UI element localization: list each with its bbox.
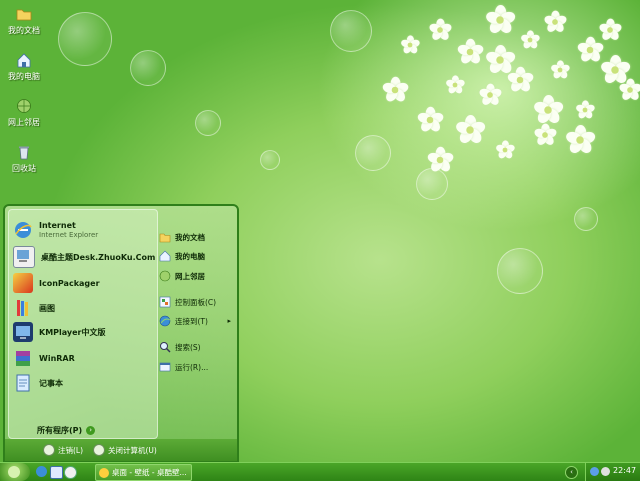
bubble-decoration — [416, 168, 448, 200]
run-icon — [159, 361, 171, 373]
taskbar-window-button[interactable]: 桌面 - 壁纸 - 桌酷壁... — [95, 464, 192, 481]
start-menu-network[interactable]: 网上邻居 — [159, 268, 205, 284]
start-menu-place-label: 网上邻居 — [175, 271, 205, 281]
desktop-icon-label: 回收站 — [12, 164, 36, 173]
network-icon — [159, 270, 171, 282]
system-tray: 22:47 — [585, 463, 640, 481]
desktop-icon-my-documents[interactable]: 我的文档 — [0, 6, 48, 36]
submenu-arrow-icon: ▸ — [227, 317, 231, 325]
browser-icon — [99, 467, 109, 478]
start-menu-place-label: 连接到(T) — [175, 316, 208, 326]
bubble-decoration — [130, 50, 166, 86]
start-menu-programs-pane: Internet Internet Explorer 桌酷主题Desk.Zhuo… — [8, 209, 158, 439]
tray-expand-button[interactable]: ‹ — [565, 466, 578, 479]
volume-tray-icon[interactable] — [601, 467, 610, 476]
clock[interactable]: 22:47 — [613, 466, 636, 475]
quicklaunch-ie-icon[interactable] — [36, 466, 47, 477]
start-menu-control-panel[interactable]: 控制面板(C) — [159, 294, 216, 310]
search-icon — [159, 341, 171, 353]
start-button[interactable] — [0, 463, 30, 481]
taskbar: 桌面 - 壁纸 - 桌酷壁... ‹ 22:47 — [0, 462, 640, 481]
quicklaunch-media-icon[interactable] — [64, 466, 77, 479]
computer-icon — [16, 52, 32, 68]
start-menu-item-notepad[interactable]: 记事本 — [13, 372, 63, 394]
logoff-button[interactable]: 注销(L) — [43, 444, 83, 456]
start-menu-item-kmplayer[interactable]: KMPlayer中文版 — [13, 321, 106, 343]
all-programs-label: 所有程序(P) — [37, 426, 83, 435]
bubble-decoration — [58, 12, 112, 66]
start-menu-item-label: Internet — [39, 221, 76, 230]
start-menu-run[interactable]: 运行(R)... — [159, 359, 208, 375]
start-menu-item-label: 记事本 — [39, 378, 63, 388]
start-menu-item-paint[interactable]: 画图 — [13, 297, 55, 319]
start-menu-place-label: 我的文档 — [175, 232, 205, 242]
network-tray-icon[interactable] — [590, 467, 599, 476]
arrow-right-icon: › — [86, 426, 96, 435]
desktop-icon-my-computer[interactable]: 我的电脑 — [0, 52, 48, 82]
quicklaunch-desktop-icon[interactable] — [50, 466, 63, 479]
start-menu-item-label: 桌酷主题Desk.ZhuoKu.Com — [41, 252, 156, 262]
computer-icon — [159, 250, 171, 262]
start-menu-my-documents[interactable]: 我的文档 — [159, 229, 205, 245]
bubble-decoration — [260, 150, 280, 170]
bubble-decoration — [355, 135, 391, 171]
start-menu-place-label: 运行(R)... — [175, 362, 209, 372]
start-menu-item-label: KMPlayer中文版 — [39, 327, 106, 337]
desktop-icon-label: 网上邻居 — [8, 118, 40, 127]
internet-explorer-icon — [13, 220, 33, 240]
logoff-label: 注销(L) — [58, 445, 84, 455]
start-menu-item-label: 画图 — [39, 303, 55, 313]
recycle-bin-icon — [16, 144, 32, 160]
all-programs-button[interactable]: 所有程序(P) › — [37, 425, 96, 436]
bubble-decoration — [195, 110, 221, 136]
start-menu-connect-to[interactable]: 连接到(T) ▸ — [159, 313, 231, 329]
power-icon — [93, 444, 105, 456]
start-menu-search[interactable]: 搜索(S) — [159, 339, 201, 355]
start-menu-footer: 注销(L) 关闭计算机(U) — [5, 439, 237, 461]
control-panel-icon — [159, 296, 171, 308]
iconpackager-icon — [13, 273, 33, 293]
network-icon — [16, 98, 32, 114]
start-menu-place-label: 我的电脑 — [175, 251, 205, 261]
paint-icon — [13, 298, 33, 318]
start-menu-item-zhuoku-theme[interactable]: 桌酷主题Desk.ZhuoKu.Com — [13, 246, 155, 268]
connect-icon — [159, 315, 171, 327]
bubble-decoration — [497, 248, 543, 294]
folder-icon — [16, 6, 32, 22]
desktop-icon-network[interactable]: 网上邻居 — [0, 98, 48, 128]
start-orb-icon — [8, 466, 20, 478]
desktop-icon-label: 我的电脑 — [8, 72, 40, 81]
start-menu-item-label: WinRAR — [39, 353, 75, 363]
desktop-icon-recycle-bin[interactable]: 回收站 — [0, 144, 48, 174]
start-menu-place-label: 搜索(S) — [175, 342, 201, 352]
winrar-icon — [13, 348, 33, 368]
bubble-decoration — [330, 10, 372, 52]
desktop-icon-label: 我的文档 — [8, 26, 40, 35]
taskbar-window-title: 桌面 - 壁纸 - 桌酷壁... — [112, 468, 187, 477]
shutdown-label: 关闭计算机(U) — [108, 445, 157, 455]
start-menu-item-internet[interactable]: Internet Internet Explorer — [13, 219, 98, 241]
logoff-icon — [43, 444, 55, 456]
kmplayer-icon — [13, 322, 33, 342]
shutdown-button[interactable]: 关闭计算机(U) — [93, 444, 157, 456]
start-menu-places-pane: 我的文档 我的电脑 网上邻居 控制面板(C) 连接到(T) ▸ 搜索(S) 运行… — [157, 209, 233, 437]
start-menu-item-winrar[interactable]: WinRAR — [13, 347, 75, 369]
start-menu: Internet Internet Explorer 桌酷主题Desk.Zhuo… — [3, 204, 239, 462]
theme-icon — [13, 246, 35, 268]
start-menu-item-label: IconPackager — [39, 278, 100, 288]
notepad-icon — [13, 373, 33, 393]
bubble-decoration — [574, 207, 598, 231]
start-menu-place-label: 控制面板(C) — [175, 297, 217, 307]
folder-icon — [159, 231, 171, 243]
start-menu-item-iconpackager[interactable]: IconPackager — [13, 272, 100, 294]
start-menu-item-sublabel: Internet Explorer — [39, 231, 99, 239]
desktop: 我的文档 我的电脑 网上邻居 回收站 Internet Internet Exp… — [0, 0, 640, 462]
start-menu-my-computer[interactable]: 我的电脑 — [159, 248, 205, 264]
